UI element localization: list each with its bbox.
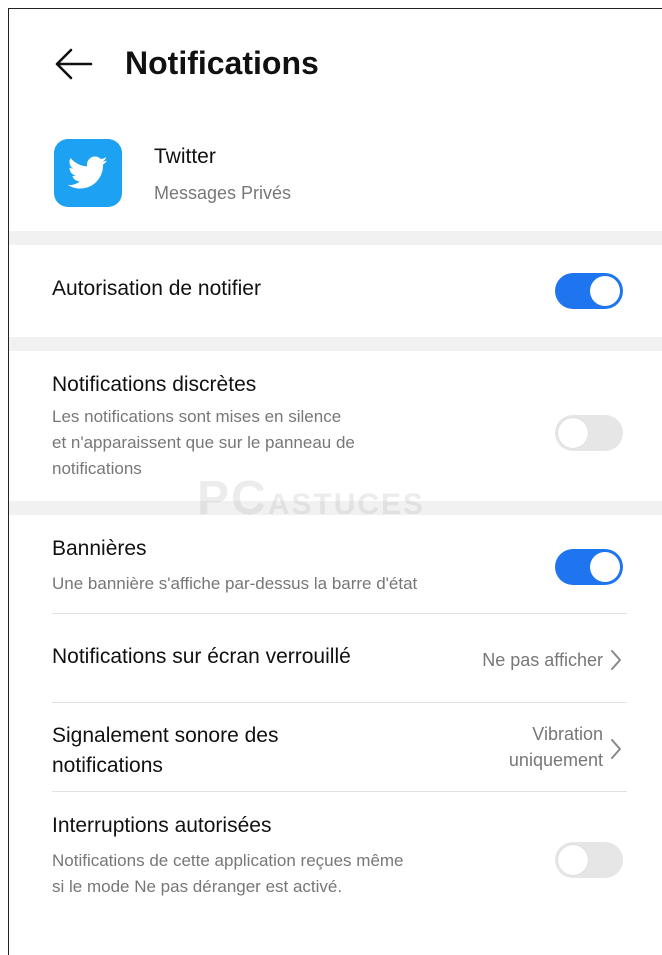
value-line: uniquement bbox=[508, 750, 603, 770]
chevron-right-icon bbox=[609, 648, 623, 672]
banners-label: Bannières bbox=[52, 537, 147, 560]
sound-alert-value: Vibration uniquement bbox=[509, 721, 603, 773]
description-line: si le mode Ne pas déranger est activé. bbox=[52, 877, 343, 896]
allowed-interruptions-label: Interruptions autorisées bbox=[52, 814, 272, 837]
banners-description: Une bannière s'affiche par-dessus la bar… bbox=[52, 574, 418, 593]
allow-notifications-row[interactable]: Autorisation de notifier bbox=[9, 245, 662, 337]
label-line: Signalement sonore des bbox=[52, 724, 279, 747]
sound-alert-row[interactable]: Signalement sonore des notifications Vib… bbox=[9, 703, 662, 791]
allow-notifications-toggle[interactable] bbox=[555, 273, 623, 309]
description-line: Notifications de cette application reçue… bbox=[52, 851, 404, 870]
discreet-notifications-description: Les notifications sont mises en silence … bbox=[52, 404, 355, 482]
description-line: et n'apparaissent que sur le panneau de bbox=[52, 433, 355, 452]
section-separator bbox=[9, 337, 662, 351]
lockscreen-notifications-value: Ne pas afficher bbox=[482, 650, 603, 670]
value-line: Vibration bbox=[532, 724, 603, 744]
label-line: notifications bbox=[52, 754, 163, 777]
discreet-notifications-row[interactable]: Notifications discrètes Les notification… bbox=[9, 351, 662, 501]
discreet-notifications-toggle[interactable] bbox=[555, 415, 623, 451]
header: Notifications bbox=[9, 9, 662, 119]
chevron-right-icon bbox=[609, 737, 623, 761]
description-line: notifications bbox=[52, 459, 142, 478]
banners-toggle[interactable] bbox=[555, 549, 623, 585]
app-info: Twitter Messages Privés bbox=[9, 119, 662, 231]
allow-notifications-label: Autorisation de notifier bbox=[52, 277, 261, 300]
section-separator bbox=[9, 501, 662, 515]
notification-settings-screen: Notifications Twitter Messages Privés Au… bbox=[8, 8, 662, 955]
toggle-knob bbox=[590, 276, 620, 306]
allowed-interruptions-row[interactable]: Interruptions autorisées Notifications d… bbox=[9, 792, 662, 912]
description-line: Les notifications sont mises en silence bbox=[52, 407, 342, 426]
allowed-interruptions-description: Notifications de cette application reçue… bbox=[52, 848, 404, 900]
page-title: Notifications bbox=[125, 45, 319, 81]
sound-alert-label: Signalement sonore des notifications bbox=[52, 721, 278, 781]
toggle-knob bbox=[558, 418, 588, 448]
lockscreen-notifications-row[interactable]: Notifications sur écran verrouillé Ne pa… bbox=[9, 614, 662, 702]
back-arrow-icon[interactable] bbox=[53, 46, 93, 82]
discreet-notifications-label: Notifications discrètes bbox=[52, 373, 257, 396]
app-name: Twitter bbox=[154, 145, 216, 168]
allowed-interruptions-toggle[interactable] bbox=[555, 842, 623, 878]
twitter-bird-icon bbox=[54, 139, 122, 207]
banners-row[interactable]: Bannières Une bannière s'affiche par-des… bbox=[9, 515, 662, 613]
app-subtitle: Messages Privés bbox=[154, 183, 292, 203]
toggle-knob bbox=[590, 552, 620, 582]
section-separator bbox=[9, 231, 662, 245]
lockscreen-notifications-label: Notifications sur écran verrouillé bbox=[52, 645, 351, 668]
toggle-knob bbox=[558, 845, 588, 875]
